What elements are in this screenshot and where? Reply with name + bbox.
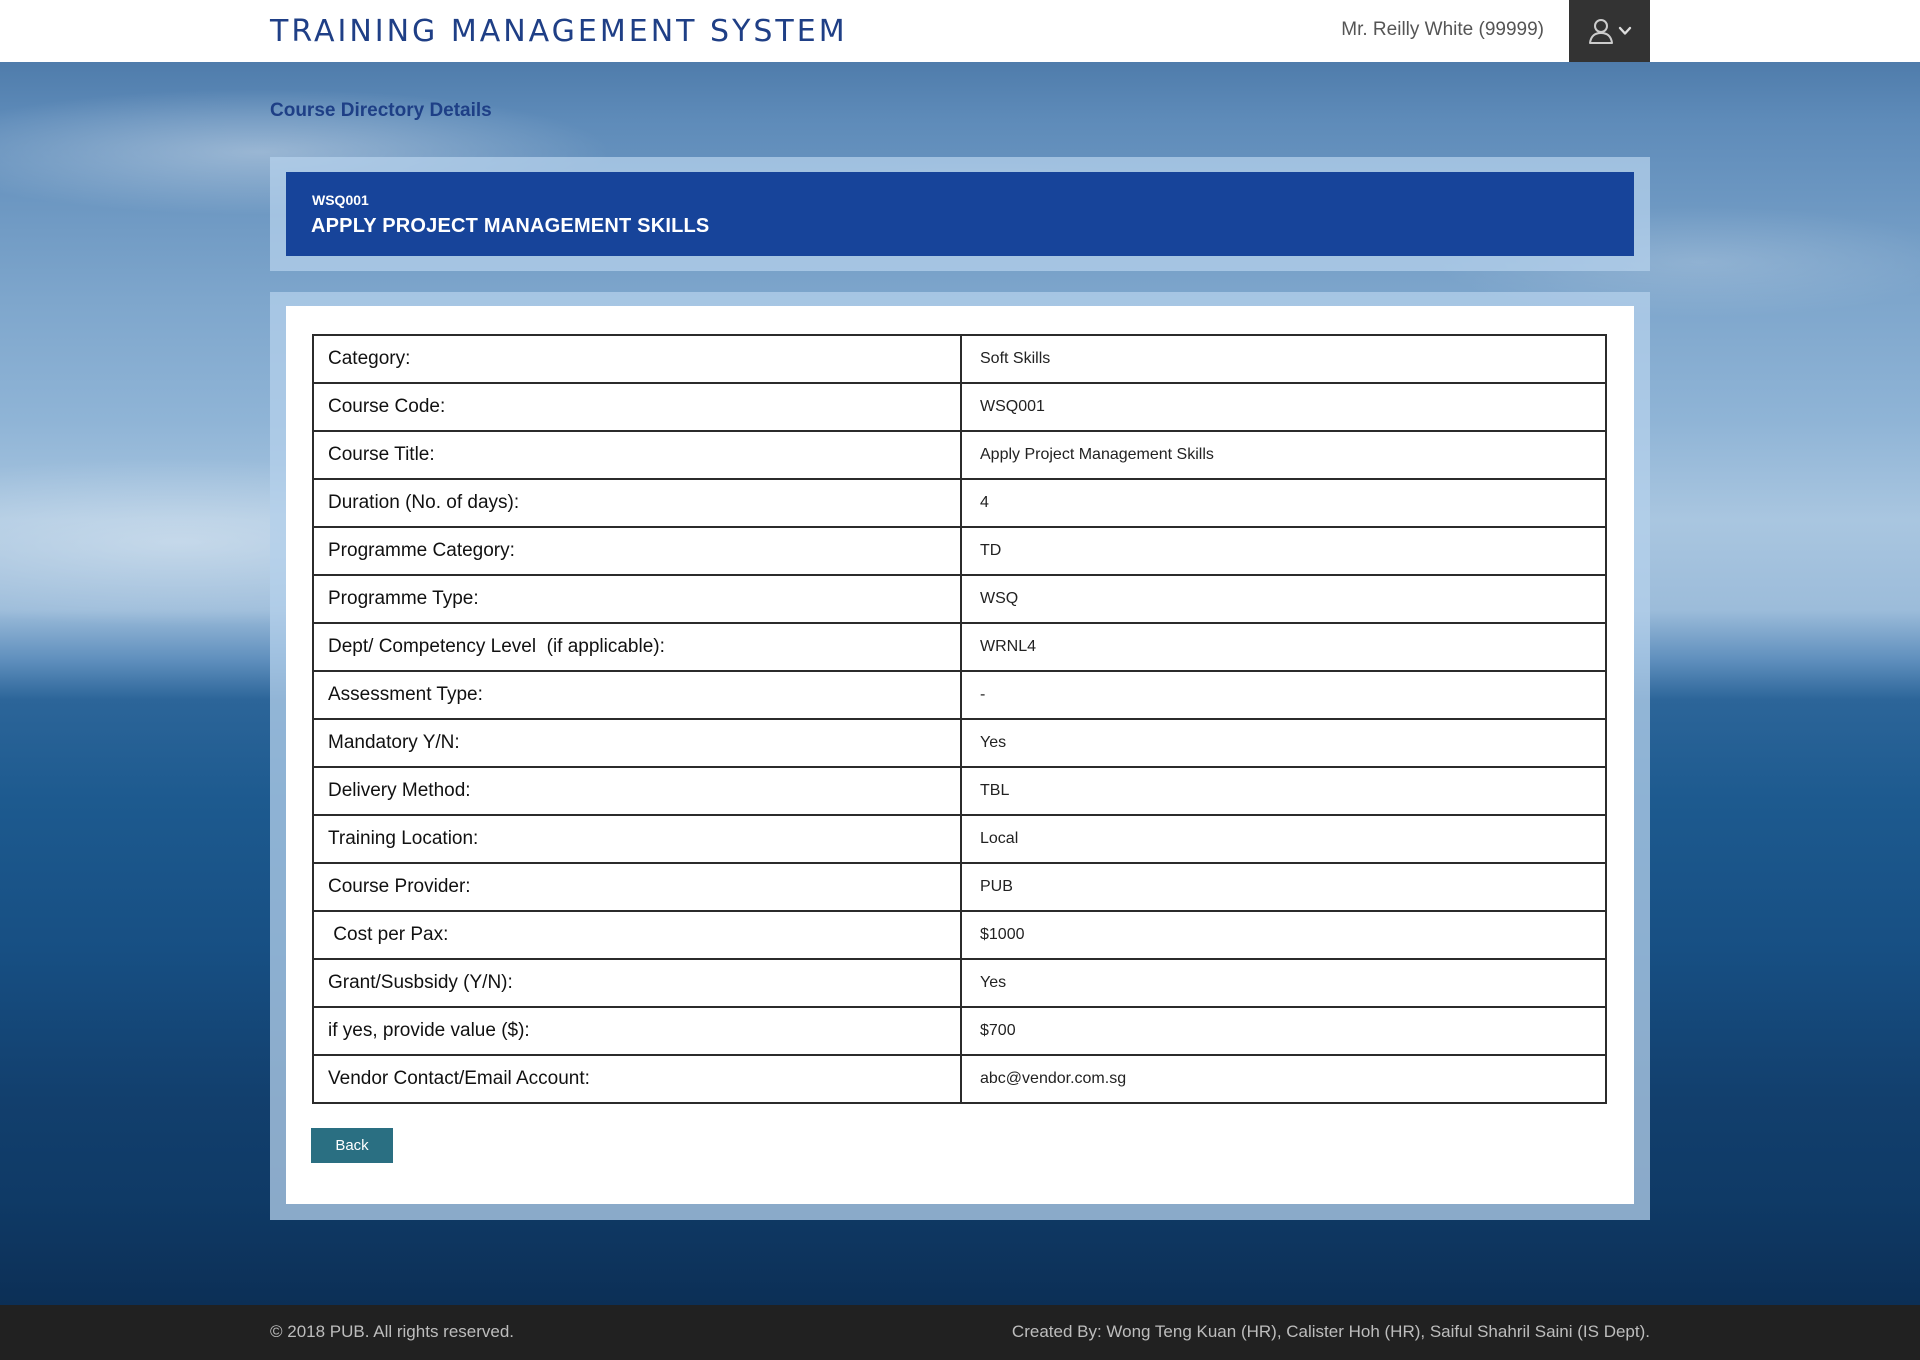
detail-label: Category: bbox=[312, 334, 962, 384]
detail-label: Vendor Contact/Email Account: bbox=[312, 1054, 962, 1104]
detail-value: WSQ001 bbox=[960, 382, 1607, 432]
table-row: Dept/ Competency Level (if applicable): W… bbox=[312, 622, 1607, 672]
detail-value: PUB bbox=[960, 862, 1607, 912]
table-row: Course Code: WSQ001 bbox=[312, 382, 1607, 432]
top-header: TRAINING MANAGEMENT SYSTEM Mr. Reilly Wh… bbox=[0, 0, 1920, 62]
table-row: Assessment Type: - bbox=[312, 670, 1607, 720]
detail-value: Apply Project Management Skills bbox=[960, 430, 1607, 480]
user-menu-button[interactable] bbox=[1569, 0, 1650, 62]
table-row: Course Provider: PUB bbox=[312, 862, 1607, 912]
detail-label: Course Code: bbox=[312, 382, 962, 432]
footer-credits: Created By: Wong Teng Kuan (HR), Caliste… bbox=[1011, 1322, 1650, 1341]
detail-value: Local bbox=[960, 814, 1607, 864]
detail-label: if yes, provide value ($): bbox=[312, 1006, 962, 1056]
table-row: Delivery Method: TBL bbox=[312, 766, 1607, 816]
table-row: Cost per Pax: $1000 bbox=[312, 910, 1607, 960]
course-title-panel: WSQ001 APPLY PROJECT MANAGEMENT SKILLS bbox=[270, 157, 1650, 271]
page-footer: © 2018 PUB. All rights reserved. Created… bbox=[0, 1305, 1920, 1360]
app-title: TRAINING MANAGEMENT SYSTEM bbox=[270, 14, 848, 49]
page-heading: Course Directory Details bbox=[270, 100, 492, 121]
detail-label: Duration (No. of days): bbox=[312, 478, 962, 528]
user-name: Mr. Reilly White (99999) bbox=[1341, 19, 1544, 40]
detail-label: Delivery Method: bbox=[312, 766, 962, 816]
detail-value: abc@vendor.com.sg bbox=[960, 1054, 1607, 1104]
table-row: Programme Type: WSQ bbox=[312, 574, 1607, 624]
course-details-table: Category: Soft Skills Course Code: WSQ001 Co… bbox=[312, 334, 1607, 1104]
detail-value: 4 bbox=[960, 478, 1607, 528]
detail-value: Yes bbox=[960, 958, 1607, 1008]
user-icon bbox=[1588, 19, 1613, 44]
detail-label: Course Title: bbox=[312, 430, 962, 480]
table-row: Duration (No. of days): 4 bbox=[312, 478, 1607, 528]
course-details-card: Category: Soft Skills Course Code: WSQ001 Co… bbox=[286, 306, 1634, 1204]
table-row: Course Title: Apply Project Management Sk… bbox=[312, 430, 1607, 480]
table-row: Training Location: Local bbox=[312, 814, 1607, 864]
detail-value: TBL bbox=[960, 766, 1607, 816]
detail-label: Programme Type: bbox=[312, 574, 962, 624]
course-code-label: WSQ001 bbox=[312, 192, 369, 208]
back-button[interactable]: Back bbox=[311, 1128, 393, 1163]
detail-value: - bbox=[960, 670, 1607, 720]
detail-value: $700 bbox=[960, 1006, 1607, 1056]
detail-label: Cost per Pax: bbox=[312, 910, 962, 960]
table-row: if yes, provide value ($): $700 bbox=[312, 1006, 1607, 1056]
table-row: Grant/Susbsidy (Y/N): Yes bbox=[312, 958, 1607, 1008]
course-title-label: APPLY PROJECT MANAGEMENT SKILLS bbox=[311, 215, 710, 237]
detail-value: WSQ bbox=[960, 574, 1607, 624]
detail-value: $1000 bbox=[960, 910, 1607, 960]
detail-label: Dept/ Competency Level (if applicable): bbox=[312, 622, 962, 672]
course-title-card: WSQ001 APPLY PROJECT MANAGEMENT SKILLS bbox=[286, 172, 1634, 256]
detail-value: Soft Skills bbox=[960, 334, 1607, 384]
detail-label: Mandatory Y/N: bbox=[312, 718, 962, 768]
table-row: Vendor Contact/Email Account: abc@vendor.… bbox=[312, 1054, 1607, 1104]
table-row: Mandatory Y/N: Yes bbox=[312, 718, 1607, 768]
detail-value: WRNL4 bbox=[960, 622, 1607, 672]
detail-value: TD bbox=[960, 526, 1607, 576]
detail-label: Course Provider: bbox=[312, 862, 962, 912]
detail-label: Training Location: bbox=[312, 814, 962, 864]
detail-label: Assessment Type: bbox=[312, 670, 962, 720]
footer-copyright: © 2018 PUB. All rights reserved. bbox=[270, 1322, 515, 1341]
course-details-panel: Category: Soft Skills Course Code: WSQ001 Co… bbox=[270, 292, 1650, 1220]
chevron-down-icon bbox=[1618, 26, 1631, 35]
table-row: Programme Category: TD bbox=[312, 526, 1607, 576]
table-row: Category: Soft Skills bbox=[312, 334, 1607, 384]
detail-label: Programme Category: bbox=[312, 526, 962, 576]
detail-label: Grant/Susbsidy (Y/N): bbox=[312, 958, 962, 1008]
detail-value: Yes bbox=[960, 718, 1607, 768]
